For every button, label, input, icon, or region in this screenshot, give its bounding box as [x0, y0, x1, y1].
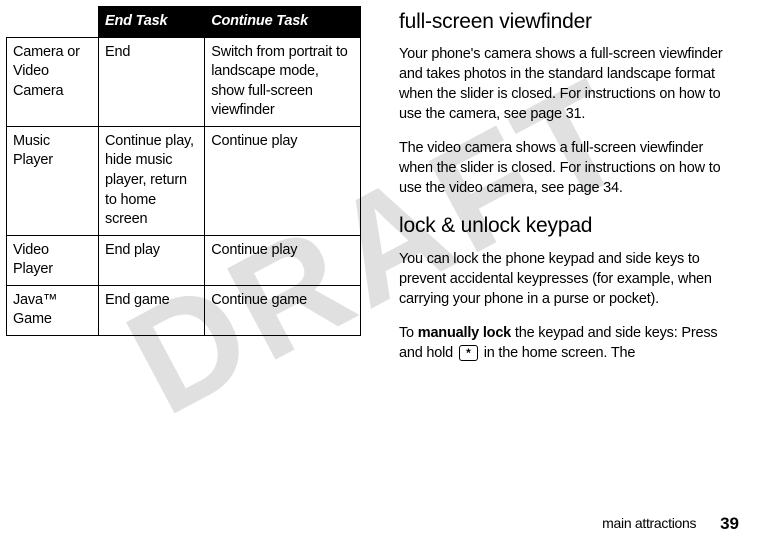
- left-column: End Task Continue Task Camera or Video C…: [6, 6, 361, 546]
- table-row: Music Player Continue play, hide music p…: [7, 126, 361, 235]
- paragraph: You can lock the phone keypad and side k…: [399, 249, 739, 309]
- table-row: Video Player End play Continue play: [7, 235, 361, 285]
- header-end-task: End Task: [99, 7, 205, 38]
- text: in the home screen. The: [480, 345, 635, 361]
- paragraph: To manually lock the keypad and side key…: [399, 323, 739, 363]
- cell: Continue game: [205, 285, 361, 335]
- header-continue-task: Continue Task: [205, 7, 361, 38]
- page-footer: main attractions 39: [602, 513, 739, 536]
- cell: Music Player: [7, 126, 99, 235]
- paragraph: The video camera shows a full-screen vie…: [399, 138, 739, 198]
- cell: Java™ Game: [7, 285, 99, 335]
- text-bold: manually lock: [418, 325, 511, 341]
- footer-page-number: 39: [720, 514, 739, 533]
- cell: End game: [99, 285, 205, 335]
- footer-section-name: main attractions: [602, 515, 696, 531]
- key-icon: *: [459, 345, 478, 361]
- text: To: [399, 325, 418, 341]
- cell: Video Player: [7, 235, 99, 285]
- cell: Switch from portrait to landscape mode, …: [205, 37, 361, 126]
- task-table: End Task Continue Task Camera or Video C…: [6, 6, 361, 336]
- table-row: Camera or Video Camera End Switch from p…: [7, 37, 361, 126]
- heading-lock-keypad: lock & unlock keypad: [399, 212, 739, 240]
- cell: Continue play: [205, 126, 361, 235]
- paragraph: Your phone's camera shows a full-screen …: [399, 44, 739, 124]
- cell: Continue play: [205, 235, 361, 285]
- table-header-row: End Task Continue Task: [7, 7, 361, 38]
- header-empty: [7, 7, 99, 38]
- heading-viewfinder: full-screen viewfinder: [399, 8, 739, 36]
- page-content: End Task Continue Task Camera or Video C…: [0, 0, 757, 546]
- cell: End: [99, 37, 205, 126]
- cell: End play: [99, 235, 205, 285]
- cell: Camera or Video Camera: [7, 37, 99, 126]
- cell: Continue play, hide music player, return…: [99, 126, 205, 235]
- right-column: full-screen viewfinder Your phone's came…: [399, 6, 739, 546]
- table-row: Java™ Game End game Continue game: [7, 285, 361, 335]
